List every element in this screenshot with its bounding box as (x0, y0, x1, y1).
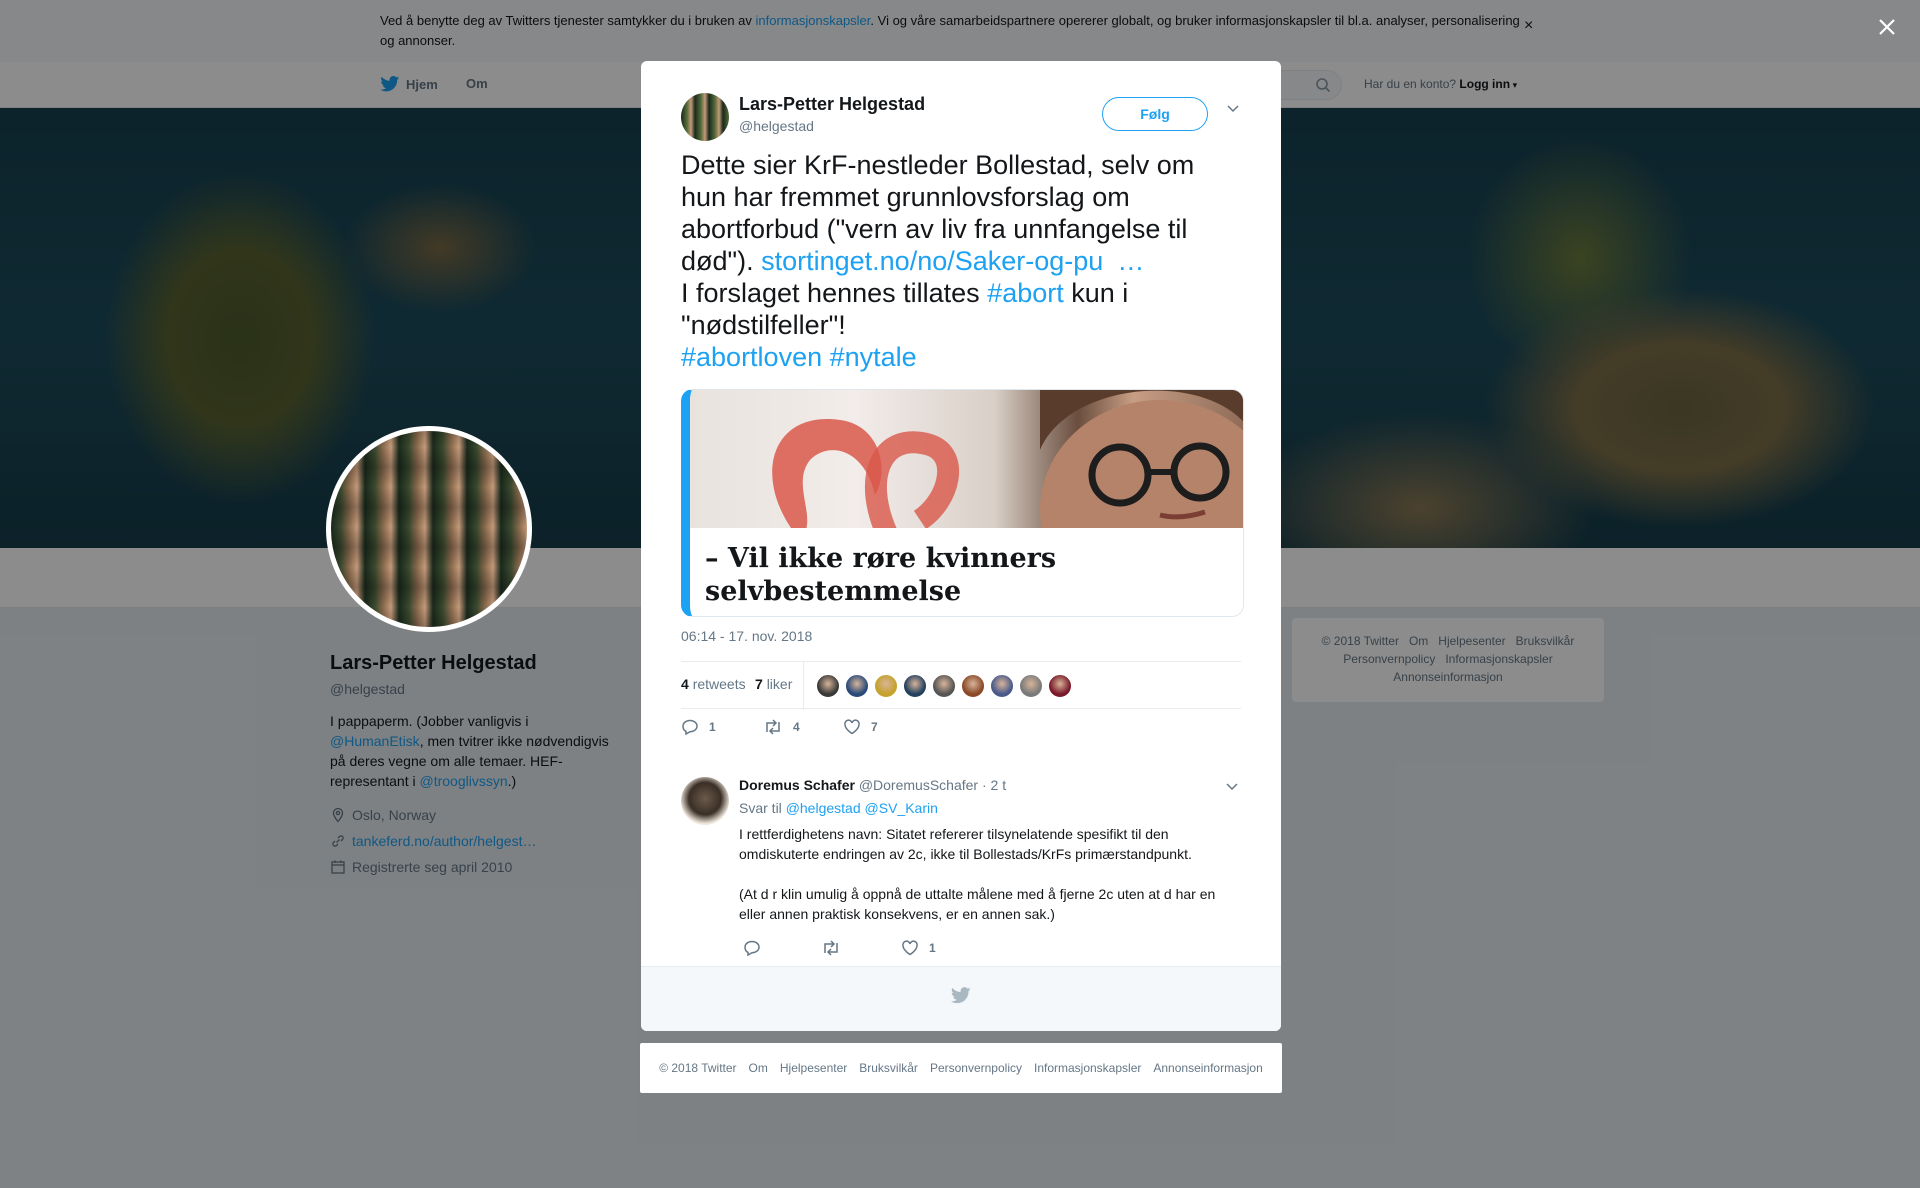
reply-time[interactable]: · 2 t (982, 777, 1006, 793)
hashtag-nytale[interactable]: #nytale (830, 342, 917, 372)
reply-text: I rettferdighetens navn: Sitatet referer… (739, 826, 1216, 922)
liker-avatar[interactable] (816, 674, 840, 698)
reply-retweet-button[interactable] (821, 940, 841, 956)
card-image (690, 390, 1243, 528)
reply-author-name[interactable]: Doremus Schafer (739, 777, 855, 793)
liker-avatar[interactable] (903, 674, 927, 698)
footer-link-about[interactable]: Om (749, 1061, 768, 1075)
hashtag-abortloven[interactable]: #abortloven (681, 342, 822, 372)
card-title: – Vil ikke røre kvinners selvbestemmelse (705, 543, 1057, 607)
follow-button[interactable]: Følg (1102, 97, 1208, 131)
author-name[interactable]: Lars-Petter Helgestad (739, 94, 925, 115)
card-photo (772, 390, 1243, 528)
hashtag-abort[interactable]: #abort (987, 278, 1064, 308)
tweet-stats: 4 retweets 7 liker (681, 661, 1241, 710)
author-avatar[interactable] (681, 93, 729, 141)
twitter-bird-icon (951, 987, 971, 1004)
reply-reply-button[interactable] (743, 940, 761, 956)
tweet-link[interactable]: stortinget.no/no/Saker-og-pu (761, 246, 1103, 276)
profile-avatar[interactable] (326, 426, 532, 632)
liker-avatar[interactable] (961, 674, 985, 698)
footer-link-help[interactable]: Hjelpesenter (780, 1061, 847, 1075)
heart-icon (844, 719, 860, 735)
tweet-actions: 1 4 7 (681, 719, 981, 743)
footer-link-terms[interactable]: Bruksvilkår (859, 1061, 918, 1075)
liker-avatar[interactable] (874, 674, 898, 698)
like-button[interactable]: 7 (843, 719, 878, 735)
reply-author-avatar[interactable] (681, 777, 729, 825)
reply-icon (682, 719, 698, 735)
retweets-stat[interactable]: 4 retweets (681, 676, 746, 692)
liker-avatar[interactable] (845, 674, 869, 698)
author-handle[interactable]: @helgestad (739, 118, 814, 134)
tweet-modal: Lars-Petter Helgestad @helgestad Følg De… (641, 61, 1281, 1031)
retweet-icon (766, 719, 780, 735)
footer-link-cookies[interactable]: Informasjonskapsler (1034, 1061, 1141, 1075)
tweet-text: Dette sier KrF-nestleder Bollestad, selv… (681, 150, 1195, 372)
reply-to: Svar til @helgestad @SV_Karin (739, 800, 938, 816)
retweet-icon (824, 940, 838, 956)
chevron-down-icon[interactable] (1225, 781, 1239, 791)
liker-avatar[interactable] (990, 674, 1014, 698)
liker-avatar[interactable] (1048, 674, 1072, 698)
heart-icon (902, 940, 918, 956)
reply-actions: 1 (743, 940, 1043, 960)
stats-divider (803, 662, 804, 710)
liker-avatar[interactable] (932, 674, 956, 698)
reply-author-handle[interactable]: @DoremusSchafer (859, 777, 978, 793)
reply-mention-sv-karin[interactable]: @SV_Karin (865, 800, 938, 816)
likes-stat[interactable]: 7 liker (755, 676, 792, 692)
link-card[interactable]: – Vil ikke røre kvinners selvbestemmelse (681, 389, 1244, 617)
reply-button[interactable]: 1 (681, 719, 716, 735)
retweet-button[interactable]: 4 (763, 719, 800, 735)
reply-header: Doremus Schafer @DoremusSchafer · 2 t (739, 777, 1006, 793)
footer-link-ads[interactable]: Annonseinformasjon (1153, 1061, 1262, 1075)
modal-footer-links: © 2018 Twitter Om Hjelpesenter Bruksvilk… (640, 1043, 1282, 1093)
reply-mention-helgestad[interactable]: @helgestad (786, 800, 861, 816)
chevron-down-icon[interactable] (1226, 103, 1240, 113)
liker-avatars (816, 674, 1072, 698)
close-icon[interactable] (1872, 12, 1902, 42)
reply-like-button[interactable]: 1 (901, 940, 936, 956)
reply-icon (744, 940, 760, 956)
tweet-timestamp[interactable]: 06:14 - 17. nov. 2018 (681, 628, 812, 644)
liker-avatar[interactable] (1019, 674, 1043, 698)
modal-footer-bar (641, 966, 1281, 1031)
tweet-link-ellipsis[interactable]: … (1117, 246, 1144, 276)
footer-link-privacy[interactable]: Personvernpolicy (930, 1061, 1022, 1075)
